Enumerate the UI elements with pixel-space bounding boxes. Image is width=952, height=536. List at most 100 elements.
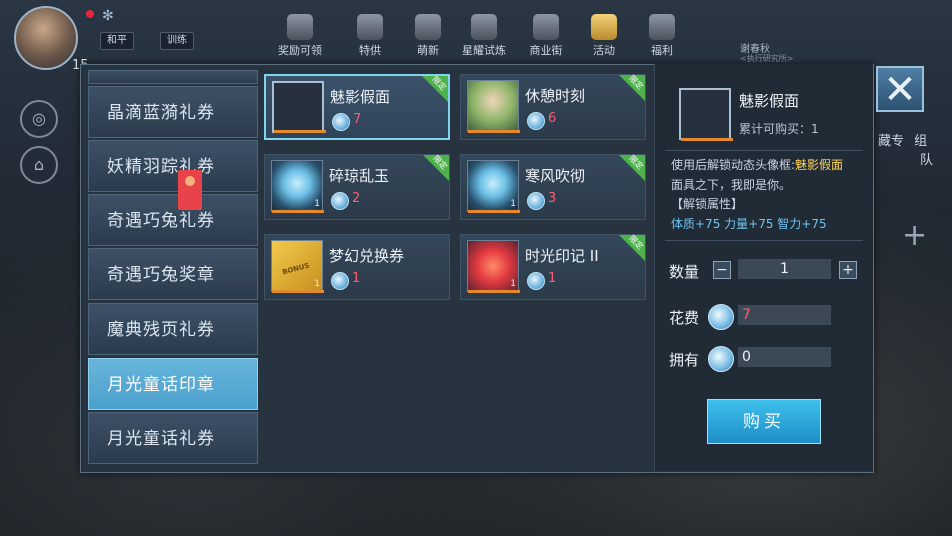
coin-icon xyxy=(331,192,349,210)
coin-icon xyxy=(527,112,545,130)
top-icon-label: 星耀试炼 xyxy=(462,44,506,57)
decrease-button[interactable]: − xyxy=(713,261,731,279)
sidebar-item-active[interactable]: 月光童话印章 xyxy=(88,358,258,410)
top-icon-newbie[interactable]: 萌新 xyxy=(404,14,452,58)
close-button[interactable]: ✕ xyxy=(876,66,924,112)
item-price: 7 xyxy=(353,112,362,127)
item-name: 休憩时刻 xyxy=(525,87,586,105)
item-price: 6 xyxy=(548,111,557,126)
coin-icon xyxy=(332,113,350,131)
chip-peace[interactable]: 和平 xyxy=(100,32,134,50)
sidebar-item[interactable]: 妖精羽踪礼券 xyxy=(88,140,258,192)
home-icon[interactable]: ⌂ xyxy=(20,146,58,184)
item-card[interactable]: BONUS 1 梦幻兑换券 1 xyxy=(264,234,450,300)
chip-training[interactable]: 训练 xyxy=(160,32,194,50)
top-icon-label: 奖励可领 xyxy=(278,44,322,57)
avatar-frame-icon xyxy=(679,88,733,141)
gift-icon xyxy=(415,14,441,40)
gift-box-icon xyxy=(357,14,383,40)
quantity-input[interactable]: 1 xyxy=(738,259,831,279)
target-icon[interactable]: ◎ xyxy=(20,100,58,138)
item-card-selected[interactable]: 魅影假面 7 限定 xyxy=(264,74,450,140)
divider xyxy=(665,240,863,241)
item-name: 时光印记 II xyxy=(525,247,599,265)
item-count: 1 xyxy=(314,199,320,209)
detail-description-line3: 【解锁属性】 xyxy=(671,197,744,211)
quantity-label: 数量 xyxy=(669,263,700,281)
download-icon xyxy=(287,14,313,40)
top-icon-label: 萌新 xyxy=(417,44,439,57)
right-hud-text: 藏专 xyxy=(878,134,905,149)
sidebar-item[interactable]: 月光童话礼券 xyxy=(88,412,258,464)
desc-highlight: 魅影假面 xyxy=(795,158,844,172)
top-icon-activity[interactable]: 活动 xyxy=(580,14,628,58)
coin-icon xyxy=(708,346,734,372)
owned-value: 0 xyxy=(738,347,831,367)
coin-icon xyxy=(527,192,545,210)
crystal-icon: 1 xyxy=(271,160,324,213)
right-hud-text: 队 xyxy=(920,153,934,168)
coin-icon xyxy=(331,272,349,290)
sidebar-item[interactable]: 魔典残页礼券 xyxy=(88,303,258,355)
coin-icon xyxy=(527,272,545,290)
red-packet-icon[interactable] xyxy=(178,170,202,210)
avatar-frame-icon xyxy=(272,81,326,133)
desc-text: 使用后解锁动态头像框: xyxy=(671,158,796,172)
snowflake-icon: ✻ xyxy=(102,8,114,24)
increase-button[interactable]: + xyxy=(839,261,857,279)
item-card[interactable]: 1 碎琼乱玉 2 限定 xyxy=(264,154,450,220)
sidebar-item[interactable]: 晶滴蓝漪礼券 xyxy=(88,86,258,138)
item-card[interactable]: 1 时光印记 II 1 限定 xyxy=(460,234,646,300)
trial-icon xyxy=(471,14,497,40)
top-icon-shop[interactable]: 商业街 xyxy=(522,14,570,58)
sidebar-item[interactable]: 奇遇巧兔奖章 xyxy=(88,248,258,300)
item-name: 魅影假面 xyxy=(330,88,391,106)
divider xyxy=(665,150,863,151)
plus-icon[interactable]: + xyxy=(902,218,927,253)
ticket-icon: BONUS 1 xyxy=(271,240,324,293)
portrait-icon xyxy=(467,80,520,133)
item-price: 2 xyxy=(352,191,361,206)
top-hud: ✻ 15 和平 训练 奖励可领 特供 萌新 星耀试炼 商业街 活动 福利 谢春秋… xyxy=(0,0,952,73)
item-count: 1 xyxy=(314,279,320,289)
top-icon-welfare[interactable]: 福利 xyxy=(638,14,686,58)
buy-button[interactable]: 购买 xyxy=(707,399,821,444)
item-price: 1 xyxy=(548,271,557,286)
cost-value: 7 xyxy=(738,305,831,325)
top-icon-label: 商业街 xyxy=(529,44,563,57)
item-count: 1 xyxy=(510,199,516,209)
detail-item-name: 魅影假面 xyxy=(739,92,800,110)
right-hud: 藏专 组 队 xyxy=(878,130,948,168)
item-card[interactable]: 休憩时刻 6 限定 xyxy=(460,74,646,140)
purchase-limit: 累计可购买：1 xyxy=(739,122,819,136)
item-name: 梦幻兑换券 xyxy=(329,247,405,265)
coin-icon xyxy=(708,304,734,330)
top-icon-trial[interactable]: 星耀试炼 xyxy=(460,14,508,58)
right-hud-text: 组 xyxy=(914,134,928,149)
notification-dot xyxy=(86,10,94,18)
top-icon-label: 特供 xyxy=(359,44,381,57)
item-price: 3 xyxy=(548,191,557,206)
bonus-label: BONUS xyxy=(281,261,311,277)
player-avatar[interactable] xyxy=(14,6,78,70)
top-icon-special[interactable]: 特供 xyxy=(346,14,394,58)
item-name: 寒风吹彻 xyxy=(525,167,586,185)
item-count: 1 xyxy=(510,279,516,289)
item-detail-panel: 魅影假面 累计可购买：1 使用后解锁动态头像框:魅影假面 面具之下，我即是你。 … xyxy=(654,64,873,471)
top-icon-label: 活动 xyxy=(593,44,615,57)
sidebar-item[interactable]: 奇遇巧兔礼券 xyxy=(88,194,258,246)
detail-description-line1: 使用后解锁动态头像框:魅影假面 xyxy=(671,156,843,173)
detail-attributes: 体质+75 力量+75 智力+75 xyxy=(671,217,827,231)
welfare-icon xyxy=(649,14,675,40)
item-card[interactable]: 1 寒风吹彻 3 限定 xyxy=(460,154,646,220)
item-price: 1 xyxy=(352,271,361,286)
close-icon: ✕ xyxy=(883,67,917,113)
top-icon-rewards[interactable]: 奖励可领 xyxy=(276,14,324,58)
owned-label: 拥有 xyxy=(669,351,700,369)
sidebar-item-partial[interactable] xyxy=(88,70,258,84)
diamond-icon xyxy=(591,14,617,40)
crystal-icon: 1 xyxy=(467,160,520,213)
left-side-icons: ◎ ⌂ xyxy=(20,100,58,192)
cost-label: 花费 xyxy=(669,309,700,327)
top-icon-label: 福利 xyxy=(651,44,673,57)
